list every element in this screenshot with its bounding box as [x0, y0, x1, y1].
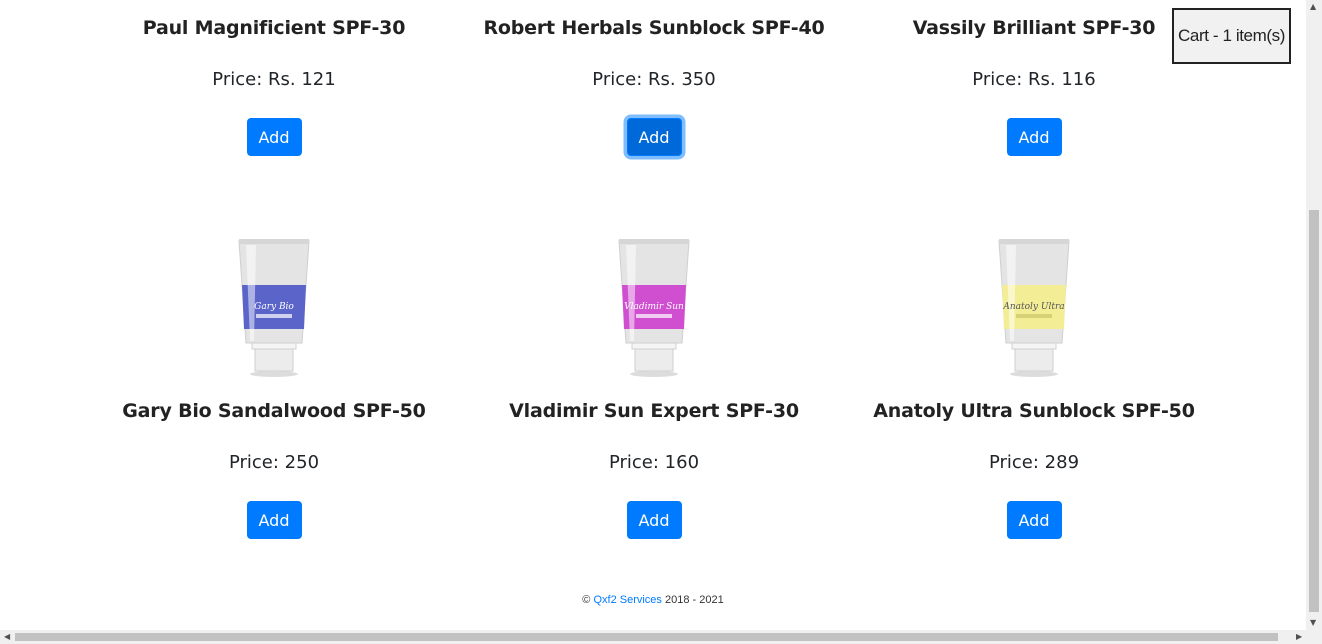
- svg-text:Anatoly Ultra: Anatoly Ultra: [1002, 302, 1064, 312]
- sunscreen-tube-icon: Vladimir Sun: [618, 239, 690, 377]
- vertical-scrollbar[interactable]: ▲ ▼: [1306, 0, 1322, 630]
- sunscreen-tube-icon: Anatoly Ultra: [998, 239, 1070, 377]
- product-price: Price: Rs. 350: [592, 69, 716, 90]
- scroll-up-arrow-icon[interactable]: ▲: [1310, 0, 1316, 14]
- product-name: Robert Herbals Sunblock SPF-40: [483, 17, 825, 39]
- product-price: Price: 289: [988, 452, 1080, 473]
- product-page: Paul Magnificient SPF-30 Price: Rs. 121 …: [0, 0, 1306, 630]
- product-card: Gary Bio Gary Bio Sandalwood SPF-50 Pric…: [84, 233, 464, 539]
- cart-button[interactable]: Cart - 1 item(s): [1172, 8, 1291, 64]
- horizontal-scrollbar[interactable]: ◀ ▶: [0, 630, 1322, 644]
- copyright-symbol: ©: [582, 594, 591, 606]
- product-name: Paul Magnificient SPF-30: [142, 17, 406, 39]
- svg-text:Vladimir Sun: Vladimir Sun: [624, 302, 684, 312]
- add-to-cart-button[interactable]: Add: [626, 118, 682, 156]
- product-card: Vladimir Sun Vladimir Sun Expert SPF-30 …: [464, 233, 844, 539]
- add-to-cart-button[interactable]: Add: [246, 501, 302, 539]
- product-price: Price: 160: [608, 452, 700, 473]
- product-price: Price: Rs. 121: [212, 69, 336, 90]
- product-card: Anatoly Ultra Anatoly Ultra Sunblock SPF…: [844, 233, 1224, 539]
- product-name: Anatoly Ultra Sunblock SPF-50: [873, 400, 1195, 422]
- vertical-scrollbar-thumb[interactable]: [1309, 210, 1319, 612]
- footer: © Qxf2 Services 2018 - 2021: [0, 594, 1306, 606]
- scroll-right-arrow-icon[interactable]: ▶: [1296, 630, 1302, 644]
- add-to-cart-button[interactable]: Add: [1006, 501, 1062, 539]
- horizontal-scrollbar-thumb[interactable]: [15, 633, 1278, 641]
- footer-link[interactable]: Qxf2 Services: [593, 594, 661, 606]
- product-price: Price: 250: [228, 452, 320, 473]
- product-image: Anatoly Ultra: [844, 233, 1224, 383]
- add-to-cart-button[interactable]: Add: [626, 501, 682, 539]
- add-to-cart-button[interactable]: Add: [1006, 118, 1062, 156]
- product-price: Price: Rs. 116: [972, 69, 1096, 90]
- footer-years: 2018 - 2021: [664, 594, 724, 606]
- product-image: Vladimir Sun: [464, 233, 844, 383]
- scroll-down-arrow-icon[interactable]: ▼: [1310, 616, 1316, 630]
- product-name: Vassily Brilliant SPF-30: [912, 17, 1156, 39]
- product-card: Paul Magnificient SPF-30 Price: Rs. 121 …: [84, 0, 464, 156]
- sunscreen-tube-icon: Gary Bio: [238, 239, 310, 377]
- product-name: Gary Bio Sandalwood SPF-50: [122, 400, 426, 422]
- add-to-cart-button[interactable]: Add: [246, 118, 302, 156]
- product-card: Vassily Brilliant SPF-30 Price: Rs. 116 …: [844, 0, 1224, 156]
- product-name: Vladimir Sun Expert SPF-30: [509, 400, 799, 422]
- product-card: Robert Herbals Sunblock SPF-40 Price: Rs…: [464, 0, 844, 156]
- product-image: Gary Bio: [84, 233, 464, 383]
- scroll-left-arrow-icon[interactable]: ◀: [4, 630, 10, 644]
- svg-text:Gary Bio: Gary Bio: [254, 302, 294, 312]
